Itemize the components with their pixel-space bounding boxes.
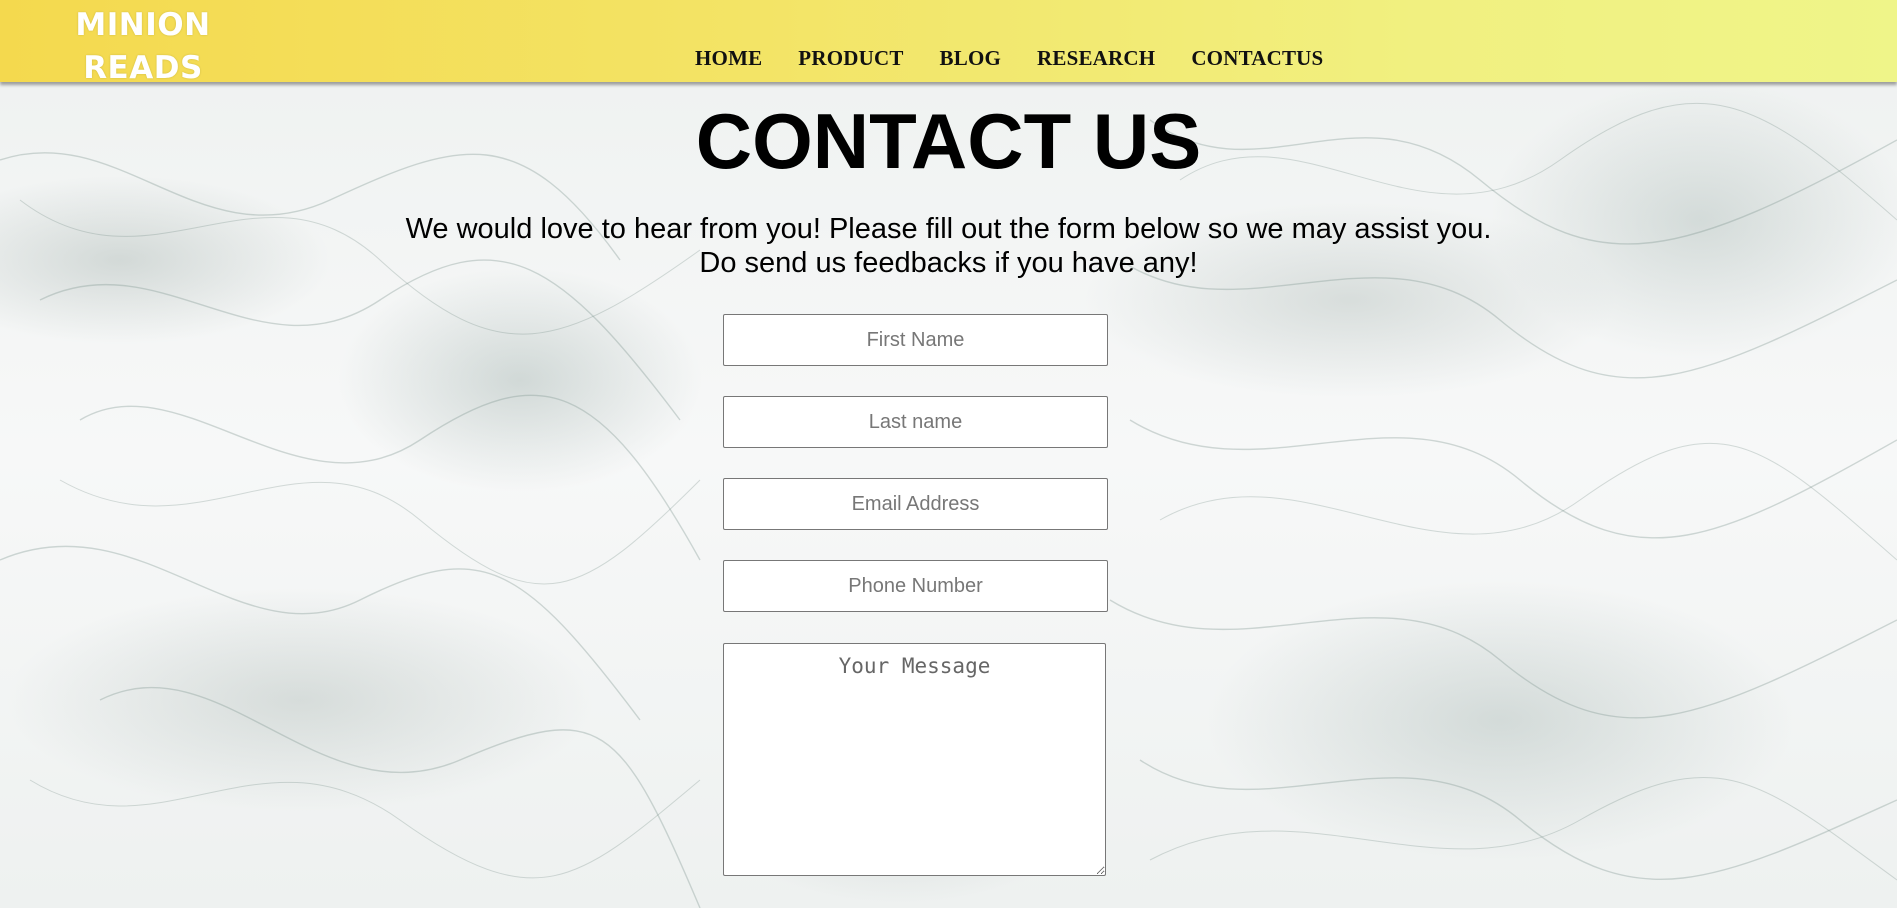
page-subtitle: We would love to hear from you! Please f… bbox=[0, 212, 1897, 280]
logo-line-1: MINION bbox=[75, 7, 211, 43]
site-header: MINION READS HOME PRODUCT BLOG RESEARCH … bbox=[0, 0, 1897, 86]
message-textarea[interactable] bbox=[723, 643, 1106, 876]
subtitle-line-2: Do send us feedbacks if you have any! bbox=[699, 247, 1198, 279]
logo-line-2: READS bbox=[83, 50, 203, 86]
last-name-input[interactable] bbox=[723, 396, 1108, 448]
site-logo[interactable]: MINION READS bbox=[58, 4, 228, 90]
page-title: CONTACT US bbox=[695, 97, 1202, 185]
first-name-input[interactable] bbox=[723, 314, 1108, 366]
subtitle-line-1: We would love to hear from you! Please f… bbox=[405, 213, 1492, 245]
email-input[interactable] bbox=[723, 478, 1108, 530]
nav-research-link[interactable]: RESEARCH bbox=[1037, 46, 1155, 71]
phone-input[interactable] bbox=[723, 560, 1108, 612]
main-nav: HOME PRODUCT BLOG RESEARCH CONTACTUS bbox=[695, 46, 1323, 71]
nav-home-link[interactable]: HOME bbox=[695, 46, 762, 71]
nav-product-link[interactable]: PRODUCT bbox=[798, 46, 903, 71]
nav-contact-us-link[interactable]: CONTACTUS bbox=[1191, 46, 1323, 71]
nav-blog-link[interactable]: BLOG bbox=[940, 46, 1001, 71]
